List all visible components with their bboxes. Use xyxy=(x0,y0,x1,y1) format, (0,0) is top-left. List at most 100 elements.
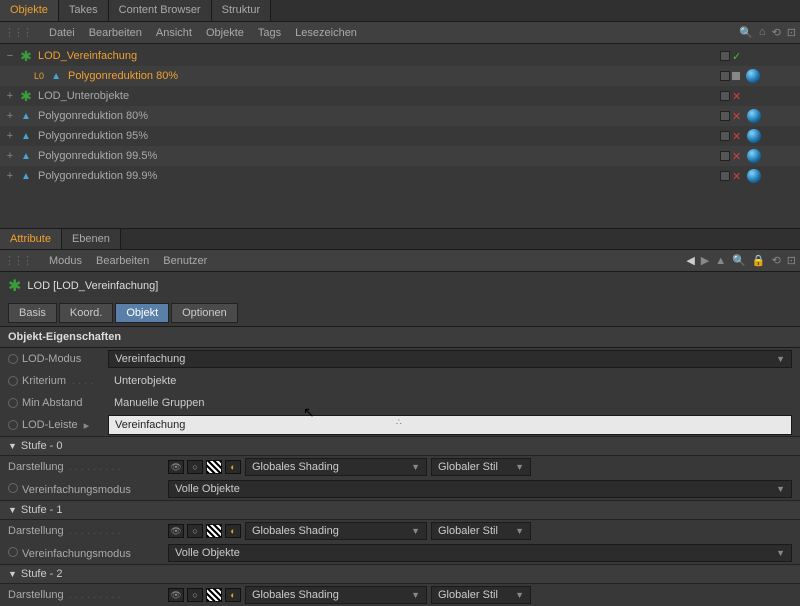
visibility-tag-icon[interactable] xyxy=(720,71,730,81)
material-tag-icon[interactable] xyxy=(747,109,761,123)
maximize-icon[interactable]: ⊡ xyxy=(787,254,796,267)
object-name[interactable]: Polygonreduktion 80% xyxy=(66,70,720,82)
tree-row[interactable]: +▲Polygonreduktion 80%✕ xyxy=(0,106,800,126)
material-tag-icon[interactable] xyxy=(747,129,761,143)
maximize-icon[interactable]: ⊡ xyxy=(787,26,796,39)
lines-icon[interactable]: ◐ xyxy=(225,524,241,538)
radio-icon[interactable] xyxy=(8,483,18,493)
top-tab-struktur[interactable]: Struktur xyxy=(212,0,272,21)
expander-icon[interactable]: + xyxy=(4,90,16,102)
nav-up-icon[interactable]: ▲ xyxy=(715,255,726,267)
circle-icon[interactable]: ○ xyxy=(187,460,203,474)
tree-row[interactable]: +▲Polygonreduktion 95%✕ xyxy=(0,126,800,146)
lines-icon[interactable]: ◐ xyxy=(225,460,241,474)
tree-row[interactable]: +✱LOD_Unterobjekte✕ xyxy=(0,86,800,106)
menu-datei[interactable]: Datei xyxy=(49,27,75,39)
sub-tab-optionen[interactable]: Optionen xyxy=(171,303,238,323)
material-tag-icon[interactable] xyxy=(746,69,760,83)
nav-fwd-icon[interactable]: ▶ xyxy=(701,254,709,267)
panel-tab-ebenen[interactable]: Ebenen xyxy=(62,229,121,249)
search-icon[interactable]: 🔍 xyxy=(732,254,746,267)
lock-icon[interactable]: 🔒 xyxy=(752,254,766,267)
object-name[interactable]: LOD_Vereinfachung xyxy=(36,50,720,62)
top-tab-objekte[interactable]: Objekte xyxy=(0,0,59,21)
expander-icon[interactable]: − xyxy=(4,50,16,62)
visibility-tag-icon[interactable] xyxy=(720,151,730,161)
vereinfachungsmodus-dropdown[interactable]: Volle Objekte▼ xyxy=(168,480,792,498)
x-icon[interactable]: ✕ xyxy=(732,110,741,123)
home-icon[interactable]: ⌂ xyxy=(759,26,766,39)
expander-icon[interactable]: + xyxy=(4,110,16,122)
panel-tab-attribute[interactable]: Attribute xyxy=(0,229,62,249)
tree-row[interactable]: L0▲Polygonreduktion 80% xyxy=(0,66,800,86)
radio-icon[interactable] xyxy=(8,398,18,408)
visibility-tag-icon[interactable] xyxy=(720,91,730,101)
visibility-tag-icon[interactable] xyxy=(720,131,730,141)
visibility-tag-icon[interactable] xyxy=(720,51,730,61)
menu-lesezeichen[interactable]: Lesezeichen xyxy=(295,27,357,39)
layer-tag-icon[interactable] xyxy=(732,72,740,80)
radio-icon[interactable] xyxy=(8,547,18,557)
top-tab-takes[interactable]: Takes xyxy=(59,0,109,21)
menu-tags[interactable]: Tags xyxy=(258,27,281,39)
shading-dropdown[interactable]: Globales Shading▼ xyxy=(245,586,427,604)
radio-icon[interactable] xyxy=(8,354,18,364)
drag-handle-icon[interactable]: ∴ xyxy=(396,417,402,428)
lod-modus-dropdown[interactable]: Vereinfachung▼ xyxy=(108,350,792,368)
stil-dropdown[interactable]: Globaler Stil▼ xyxy=(431,586,531,604)
object-name[interactable]: Polygonreduktion 80% xyxy=(36,110,720,122)
x-icon[interactable]: ✕ xyxy=(732,170,741,183)
visibility-tag-icon[interactable] xyxy=(720,111,730,121)
vereinfachungsmodus-dropdown[interactable]: Volle Objekte▼ xyxy=(168,544,792,562)
expander-icon[interactable]: + xyxy=(4,130,16,142)
menu-benutzer[interactable]: Benutzer xyxy=(163,255,207,267)
tree-row[interactable]: −✱LOD_Vereinfachung✓ xyxy=(0,46,800,66)
lod-leiste-input[interactable]: Vereinfachung xyxy=(108,415,792,435)
radio-icon[interactable] xyxy=(8,376,18,386)
eye-icon[interactable]: 👁 xyxy=(168,524,184,538)
expander-icon[interactable]: + xyxy=(4,150,16,162)
menu-bearbeiten[interactable]: Bearbeiten xyxy=(96,255,149,267)
circle-icon[interactable]: ○ xyxy=(187,524,203,538)
check-icon[interactable]: ✓ xyxy=(732,50,741,63)
grip-icon[interactable]: ⋮⋮⋮ xyxy=(4,26,31,39)
checker-icon[interactable] xyxy=(206,524,222,538)
x-icon[interactable]: ✕ xyxy=(732,130,741,143)
shading-dropdown[interactable]: Globales Shading▼ xyxy=(245,458,427,476)
eye-icon[interactable]: 👁 xyxy=(168,460,184,474)
nav-back-icon[interactable]: ◀ xyxy=(686,254,694,267)
sub-tab-basis[interactable]: Basis xyxy=(8,303,57,323)
object-name[interactable]: Polygonreduktion 99.9% xyxy=(36,170,720,182)
stufe-header[interactable]: ▼Stufe - 2 xyxy=(0,564,800,584)
stil-dropdown[interactable]: Globaler Stil▼ xyxy=(431,458,531,476)
tree-row[interactable]: +▲Polygonreduktion 99.5%✕ xyxy=(0,146,800,166)
stufe-header[interactable]: ▼Stufe - 1 xyxy=(0,500,800,520)
object-name[interactable]: Polygonreduktion 99.5% xyxy=(36,150,720,162)
menu-ansicht[interactable]: Ansicht xyxy=(156,27,192,39)
search-icon[interactable]: 🔍 xyxy=(739,26,753,39)
x-icon[interactable]: ✕ xyxy=(732,90,741,103)
material-tag-icon[interactable] xyxy=(747,169,761,183)
sub-tab-koord[interactable]: Koord. xyxy=(59,303,113,323)
sub-tab-objekt[interactable]: Objekt xyxy=(115,303,169,323)
material-tag-icon[interactable] xyxy=(747,149,761,163)
expander-icon[interactable]: + xyxy=(4,170,16,182)
tree-row[interactable]: +▲Polygonreduktion 99.9%✕ xyxy=(0,166,800,186)
menu-objekte[interactable]: Objekte xyxy=(206,27,244,39)
stil-dropdown[interactable]: Globaler Stil▼ xyxy=(431,522,531,540)
top-tab-content browser[interactable]: Content Browser xyxy=(109,0,212,21)
stufe-header[interactable]: ▼Stufe - 0 xyxy=(0,436,800,456)
attribute-header: ✱ LOD [LOD_Vereinfachung] xyxy=(0,272,800,300)
visibility-tag-icon[interactable] xyxy=(720,171,730,181)
shading-dropdown[interactable]: Globales Shading▼ xyxy=(245,522,427,540)
object-name[interactable]: LOD_Unterobjekte xyxy=(36,90,720,102)
radio-icon[interactable] xyxy=(8,420,18,430)
menu-bearbeiten[interactable]: Bearbeiten xyxy=(89,27,142,39)
x-icon[interactable]: ✕ xyxy=(732,150,741,163)
object-name[interactable]: Polygonreduktion 95% xyxy=(36,130,720,142)
menu-modus[interactable]: Modus xyxy=(49,255,82,267)
sync-icon[interactable]: ⟲ xyxy=(772,254,781,267)
sync-icon[interactable]: ⟲ xyxy=(772,26,781,39)
grip-icon[interactable]: ⋮⋮⋮ xyxy=(4,254,31,267)
checker-icon[interactable] xyxy=(206,460,222,474)
